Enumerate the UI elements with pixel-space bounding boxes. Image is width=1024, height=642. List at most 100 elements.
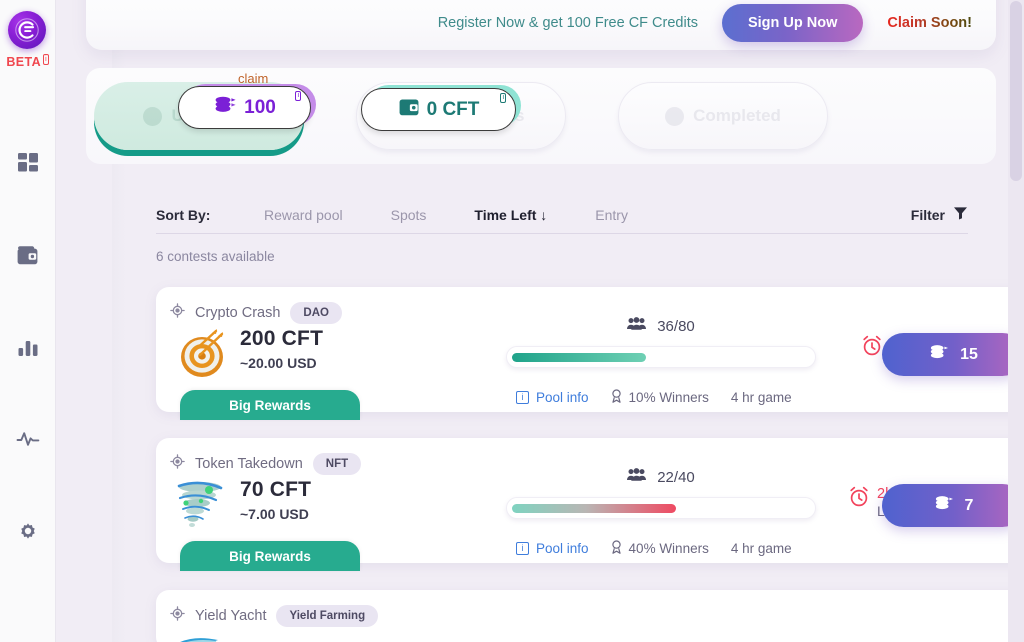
prize-column: 70 CFT ~7.00 USD [240, 476, 311, 522]
progress-fill [512, 353, 647, 362]
medal-icon [611, 389, 622, 406]
promo-banner: Reward Pool Register Now & get 100 Free … [86, 0, 996, 50]
credits-chip[interactable]: 100 i [178, 86, 311, 129]
contest-tag: NFT [312, 453, 362, 475]
cft-info-icon[interactable]: i [500, 93, 506, 103]
players-count: 36/80 [657, 317, 695, 335]
contest-name: Token Takedown [195, 456, 303, 472]
funnel-icon [953, 206, 968, 223]
coins-stack-icon [928, 343, 950, 366]
beta-label-row: BETA i [6, 54, 49, 69]
prize-usd: ~20.00 USD [240, 355, 317, 371]
progress-track [512, 353, 810, 362]
brand-logo-block[interactable]: BETA i [6, 11, 49, 69]
sort-by-label: Sort By: [156, 206, 211, 223]
prize-block: 70 CFT ~7.00 USD [174, 476, 311, 534]
check-circle-icon [665, 106, 685, 126]
banner-row: Register Now & get 100 Free CF Credits S… [86, 0, 996, 46]
tab-completed-label: Completed [693, 106, 781, 125]
players-row: 22/40 [506, 468, 816, 486]
contest-tag: Yield Farming [276, 605, 379, 627]
claim-soon-label: Claim Soon! [887, 15, 972, 31]
target-marker-icon [170, 606, 185, 626]
vertical-scrollbar[interactable] [1008, 0, 1024, 642]
enter-contest-button[interactable]: 15 [882, 333, 1024, 376]
progress-bar [506, 346, 816, 368]
wallet-icon [16, 245, 39, 266]
target-marker-icon [170, 303, 185, 323]
progress-block: 36/80 [506, 317, 816, 368]
left-sidebar: BETA i [0, 0, 56, 642]
yacht-icon [174, 634, 232, 642]
big-rewards-badge: Big Rewards [180, 390, 360, 420]
contest-meta: i Pool info 10% Winners 4 hr game [516, 389, 792, 406]
people-group-icon [627, 468, 647, 486]
pool-info-label: Pool info [536, 541, 589, 556]
filter-label: Filter [910, 206, 945, 223]
target-marker-icon [170, 454, 185, 474]
contest-name: Yield Yacht [195, 608, 267, 624]
players-row: 36/80 [506, 317, 816, 335]
prize-column: 200 CFT ~20.00 USD [240, 325, 323, 371]
cft-value: 0 CFT [426, 98, 480, 120]
cf-logo-icon[interactable] [8, 11, 47, 49]
people-group-icon [627, 317, 647, 335]
contest-name: Crypto Crash [195, 305, 281, 321]
alarm-clock-icon [848, 485, 870, 513]
big-rewards-badge: Big Rewards [180, 541, 360, 571]
prize-amount: 200 CFT [240, 327, 324, 350]
contest-count: 6 contests available [156, 249, 275, 264]
contest-card[interactable]: Yield Yacht Yield Farming [156, 590, 1024, 642]
filter-button[interactable]: Filter [911, 206, 968, 223]
sidebar-item-stats[interactable] [0, 301, 55, 393]
prize-usd: ~7.00 USD [240, 506, 309, 522]
grid-dashboard-icon [17, 152, 39, 174]
sort-option-time-left[interactable]: Time Left ↓ [474, 207, 547, 223]
tab-completed[interactable]: Completed [618, 82, 828, 150]
duration-label: 4 hr game [730, 390, 792, 405]
coins-stack-icon [213, 95, 237, 121]
prize-block [174, 634, 232, 642]
sidebar-item-activity[interactable] [0, 393, 55, 485]
dartboard-target-icon [174, 325, 232, 383]
contest-card[interactable]: Token Takedown NFT 70 CFT ~7.00 USD Big … [156, 438, 1024, 571]
prize-block: 200 CFT ~20.00 USD [174, 325, 323, 383]
contest-tag: DAO [290, 302, 342, 324]
winners-info: 10% Winners [611, 389, 709, 406]
sort-option-entry[interactable]: Entry [595, 207, 628, 223]
beta-info-icon[interactable]: i [43, 54, 49, 65]
entry-fee-value: 7 [964, 496, 974, 514]
pool-info-link[interactable]: i Pool info [516, 541, 589, 556]
sidebar-item-settings[interactable] [0, 485, 55, 577]
gear-icon [17, 520, 39, 542]
alarm-clock-icon [861, 334, 883, 362]
sign-up-button[interactable]: Sign Up Now [721, 4, 864, 42]
clock-icon [143, 106, 163, 126]
contest-header: Yield Yacht Yield Farming [170, 605, 379, 627]
sort-option-reward-pool[interactable]: Reward pool [264, 207, 343, 223]
sidebar-nav [0, 117, 55, 577]
cft-balance-chip[interactable]: 0 CFT i [361, 88, 516, 131]
progress-track [512, 504, 810, 513]
tornado-icon [174, 476, 232, 534]
prize-amount: 70 CFT [240, 478, 312, 501]
progress-fill [512, 504, 676, 513]
credits-info-icon[interactable]: i [295, 91, 301, 101]
register-promo-text: Register Now & get 100 Free CF Credits [437, 15, 698, 31]
sort-option-spots[interactable]: Spots [391, 207, 427, 223]
progress-block: 22/40 [506, 468, 816, 519]
sidebar-item-dashboard[interactable] [0, 117, 55, 209]
pool-info-link[interactable]: i Pool info [516, 390, 589, 405]
medal-icon [611, 540, 622, 557]
pool-info-label: Pool info [536, 390, 589, 405]
beta-label: BETA [6, 55, 42, 69]
sidebar-item-wallet[interactable] [0, 209, 55, 301]
enter-contest-button[interactable]: 7 [882, 484, 1024, 527]
contest-card[interactable]: Crypto Crash DAO 200 CFT ~20.00 USD Big … [156, 287, 1024, 420]
duration-label: 4 hr game [730, 541, 792, 556]
contest-header: Token Takedown NFT [170, 453, 362, 475]
scrollbar-thumb[interactable] [1010, 1, 1022, 181]
winners-label: 40% Winners [628, 541, 709, 556]
progress-bar [506, 497, 816, 519]
info-icon: i [516, 391, 529, 404]
